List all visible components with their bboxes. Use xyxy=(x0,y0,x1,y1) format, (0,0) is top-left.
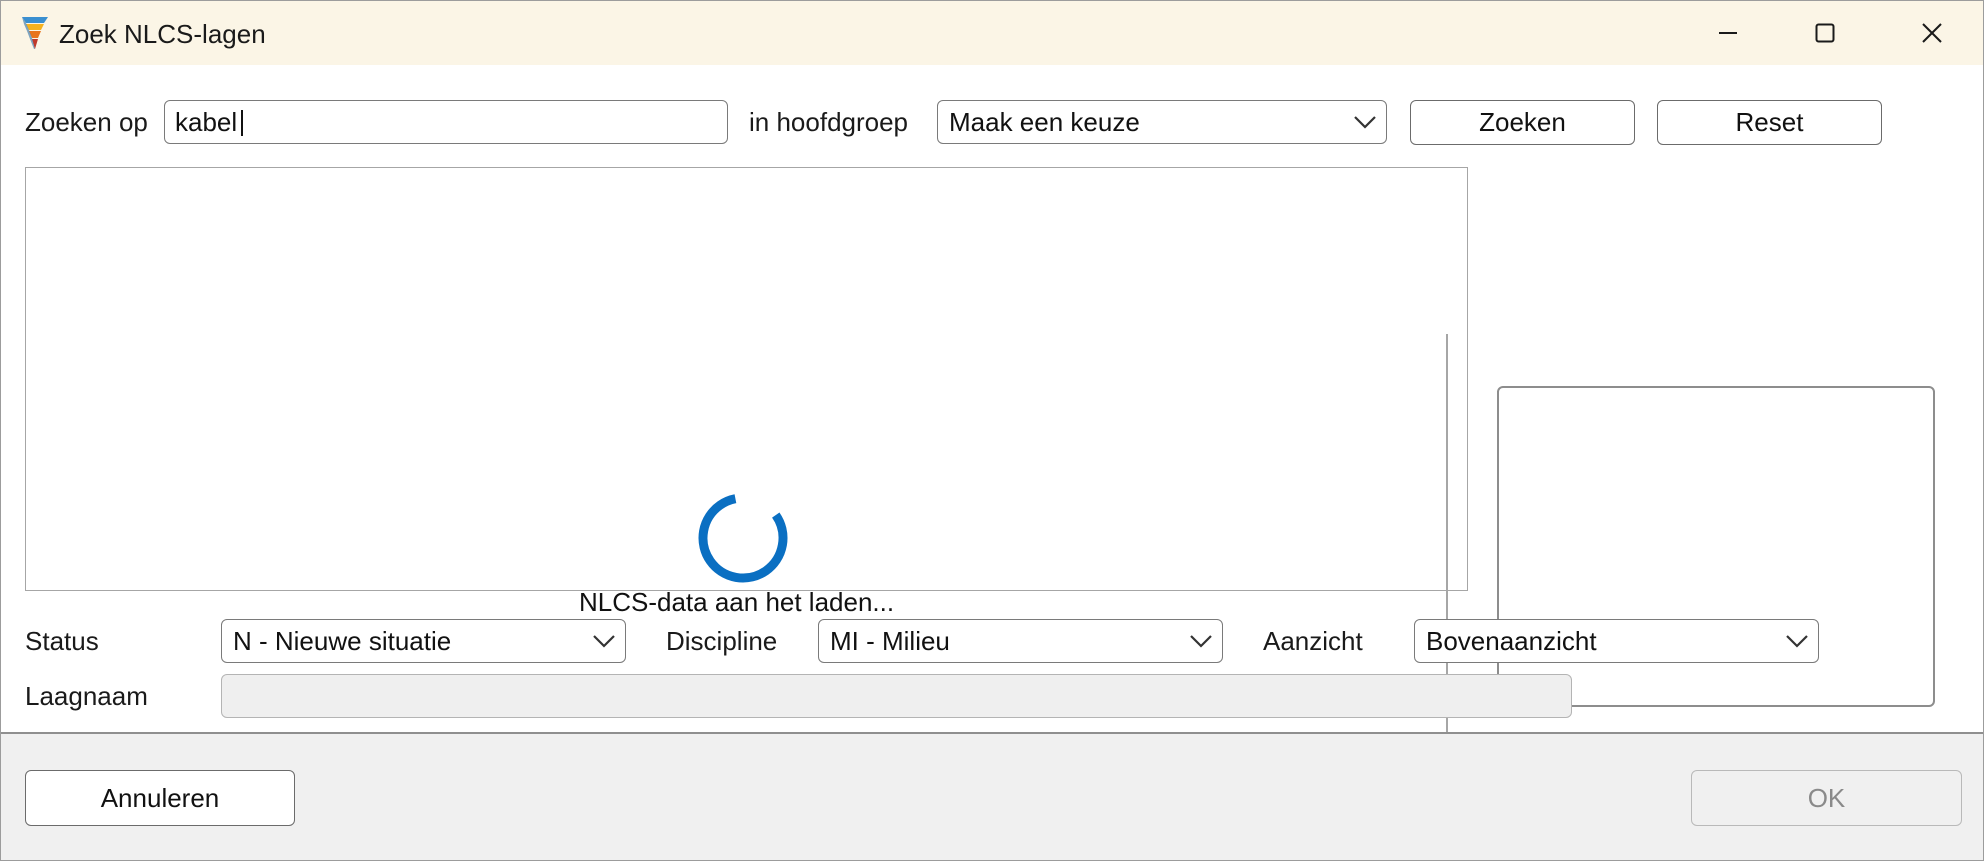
nlcs-logo-icon xyxy=(22,17,48,49)
minimize-icon xyxy=(1719,32,1737,34)
loading-text: NLCS-data aan het laden... xyxy=(579,587,895,617)
window-title: Zoek NLCS-lagen xyxy=(59,19,266,49)
aanzicht-select[interactable]: Bovenaanzicht xyxy=(1414,619,1819,663)
loading-spinner-icon xyxy=(698,493,788,583)
title-bar[interactable]: Zoek NLCS-lagen xyxy=(1,1,1983,65)
search-label: Zoeken op xyxy=(25,107,148,137)
aanzicht-label: Aanzicht xyxy=(1263,626,1363,656)
cancel-button[interactable]: Annuleren xyxy=(25,770,295,826)
group-label: in hoofdgroep xyxy=(749,107,909,137)
discipline-select[interactable]: MI - Milieu xyxy=(818,619,1223,663)
chevron-down-icon xyxy=(1190,635,1212,648)
ok-button[interactable]: OK xyxy=(1691,770,1962,826)
maximize-button[interactable] xyxy=(1773,1,1877,65)
search-field[interactable] xyxy=(164,100,728,144)
chevron-down-icon xyxy=(1786,635,1808,648)
discipline-value: MI - Milieu xyxy=(830,625,950,656)
chevron-down-icon xyxy=(593,635,615,648)
maximize-icon xyxy=(1815,23,1835,43)
status-value: N - Nieuwe situatie xyxy=(233,625,452,656)
status-label: Status xyxy=(25,626,99,656)
status-select[interactable]: N - Nieuwe situatie xyxy=(221,619,626,663)
hoofdgroep-select[interactable]: Maak een keuze xyxy=(937,100,1387,144)
minimize-button[interactable] xyxy=(1676,1,1780,65)
reset-button[interactable]: Reset xyxy=(1657,100,1882,145)
aanzicht-value: Bovenaanzicht xyxy=(1426,625,1597,656)
chevron-down-icon xyxy=(1354,116,1376,129)
laagnaam-field[interactable] xyxy=(221,674,1572,718)
search-button[interactable]: Zoeken xyxy=(1410,100,1635,145)
laagnaam-input[interactable] xyxy=(222,675,1571,717)
dialog-window: Zoek NLCS-lagen Zoeken op in hoofdgroep … xyxy=(0,0,1984,861)
close-icon xyxy=(1922,23,1942,43)
text-caret xyxy=(241,110,243,136)
laagnaam-label: Laagnaam xyxy=(25,681,148,711)
results-panel: NLCS-data aan het laden... xyxy=(25,167,1935,758)
dialog-footer: Annuleren OK xyxy=(1,732,1983,860)
hoofdgroep-value: Maak een keuze xyxy=(949,106,1140,137)
discipline-label: Discipline xyxy=(666,626,778,656)
search-input[interactable] xyxy=(165,101,727,143)
close-button[interactable] xyxy=(1880,1,1984,65)
